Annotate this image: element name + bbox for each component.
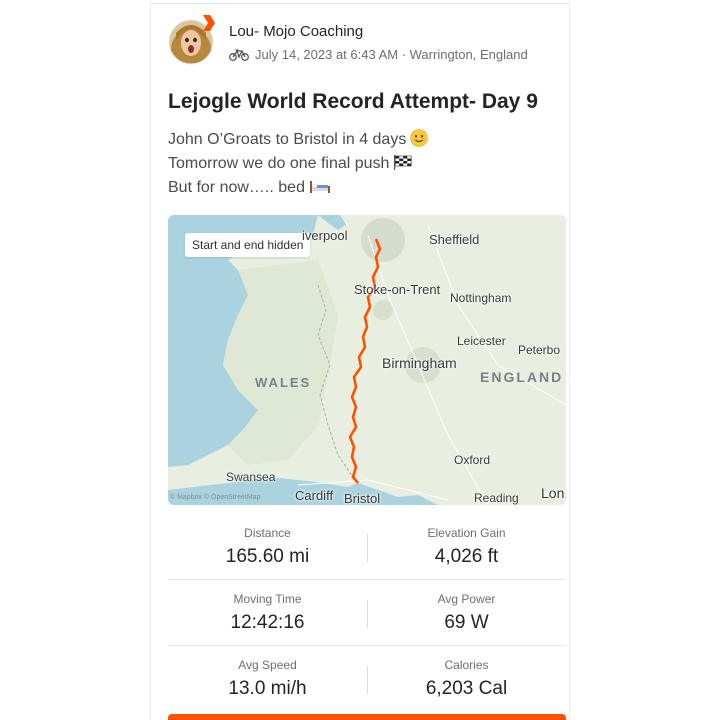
activity-meta: July 14, 2023 at 6:43 AM · Warrington, E… xyxy=(229,47,528,62)
start-end-hidden-badge: Start and end hidden xyxy=(185,233,311,257)
stat-calories: Calories 6,203 Cal xyxy=(367,646,566,700)
map-label-cardiff: Cardiff xyxy=(295,488,334,503)
map-label-stoke: Stoke-on-Trent xyxy=(354,282,441,297)
description-line: But for now….. bed xyxy=(168,179,305,196)
route-map[interactable]: Start and end hidden iverpool Sheffield … xyxy=(168,215,566,505)
map-label-london: Lon xyxy=(541,485,565,501)
stat-avg-speed: Avg Speed 13.0 mi/h xyxy=(168,646,367,700)
stat-label: Calories xyxy=(444,658,489,672)
map-attribution[interactable]: © Mapbox © OpenStreetMap xyxy=(170,494,260,501)
stat-label: Avg Power xyxy=(437,592,496,606)
stat-value: 13.0 mi/h xyxy=(228,678,307,699)
stats-row: Moving Time 12:42:16 Avg Power 69 W xyxy=(168,580,566,646)
card-top-border xyxy=(150,3,570,4)
badge-icon xyxy=(203,15,215,31)
stat-value: 69 W xyxy=(444,612,489,633)
stat-label: Avg Speed xyxy=(238,658,297,672)
card-right-border xyxy=(569,3,570,720)
smiling-face-icon xyxy=(410,129,429,147)
stats-row: Distance 165.60 mi Elevation Gain 4,026 … xyxy=(168,514,566,580)
stat-value: 6,203 Cal xyxy=(425,678,508,699)
activity-title[interactable]: Lejogle World Record Attempt- Day 9 xyxy=(168,90,538,114)
map-label-bristol: Bristol xyxy=(344,491,381,505)
map-label-peterborough: Peterbo xyxy=(518,343,561,357)
stat-value: 165.60 mi xyxy=(225,546,310,567)
map-background xyxy=(168,215,566,505)
map-label-swansea: Swansea xyxy=(226,470,276,484)
bed-icon xyxy=(309,181,330,193)
stat-avg-power: Avg Power 69 W xyxy=(367,580,566,634)
map-label-liverpool: iverpool xyxy=(302,228,348,243)
stat-label: Distance xyxy=(244,526,291,540)
description-line: Tomorrow we do one final push xyxy=(168,155,390,172)
stat-distance: Distance 165.60 mi xyxy=(168,514,367,568)
author-name[interactable]: Lou- Mojo Coaching xyxy=(229,23,363,40)
map-label-nottingham: Nottingham xyxy=(450,291,512,305)
stats-row: Avg Speed 13.0 mi/h Calories 6,203 Cal xyxy=(168,646,566,711)
avatar[interactable] xyxy=(168,15,215,65)
activity-stats: Distance 165.60 mi Elevation Gain 4,026 … xyxy=(168,514,566,711)
stat-elevation-gain: Elevation Gain 4,026 ft xyxy=(367,514,566,568)
activity-date-location: July 14, 2023 at 6:43 AM · Warrington, E… xyxy=(255,47,528,62)
card-left-border xyxy=(150,3,151,720)
checkered-flag-icon xyxy=(394,155,412,170)
stat-moving-time: Moving Time 12:42:16 xyxy=(168,580,367,634)
stat-value: 4,026 ft xyxy=(434,546,499,567)
map-label-england: ENGLAND xyxy=(480,369,564,385)
map-label-wales: WALES xyxy=(255,375,312,390)
map-label-sheffield: Sheffield xyxy=(429,232,480,247)
stat-label: Elevation Gain xyxy=(427,526,506,540)
activity-description: John O’Groats to Bristol in 4 days Tomor… xyxy=(168,128,429,200)
map-label-oxford: Oxford xyxy=(454,453,491,467)
bike-icon xyxy=(229,48,249,61)
map-label-leicester: Leicester xyxy=(457,334,506,348)
kudos-bar[interactable] xyxy=(168,714,566,720)
stat-value: 12:42:16 xyxy=(230,612,305,633)
description-line: John O’Groats to Bristol in 4 days xyxy=(168,131,407,148)
map-label-birmingham: Birmingham xyxy=(382,355,457,371)
stat-label: Moving Time xyxy=(233,592,302,606)
map-label-reading: Reading xyxy=(474,491,519,505)
